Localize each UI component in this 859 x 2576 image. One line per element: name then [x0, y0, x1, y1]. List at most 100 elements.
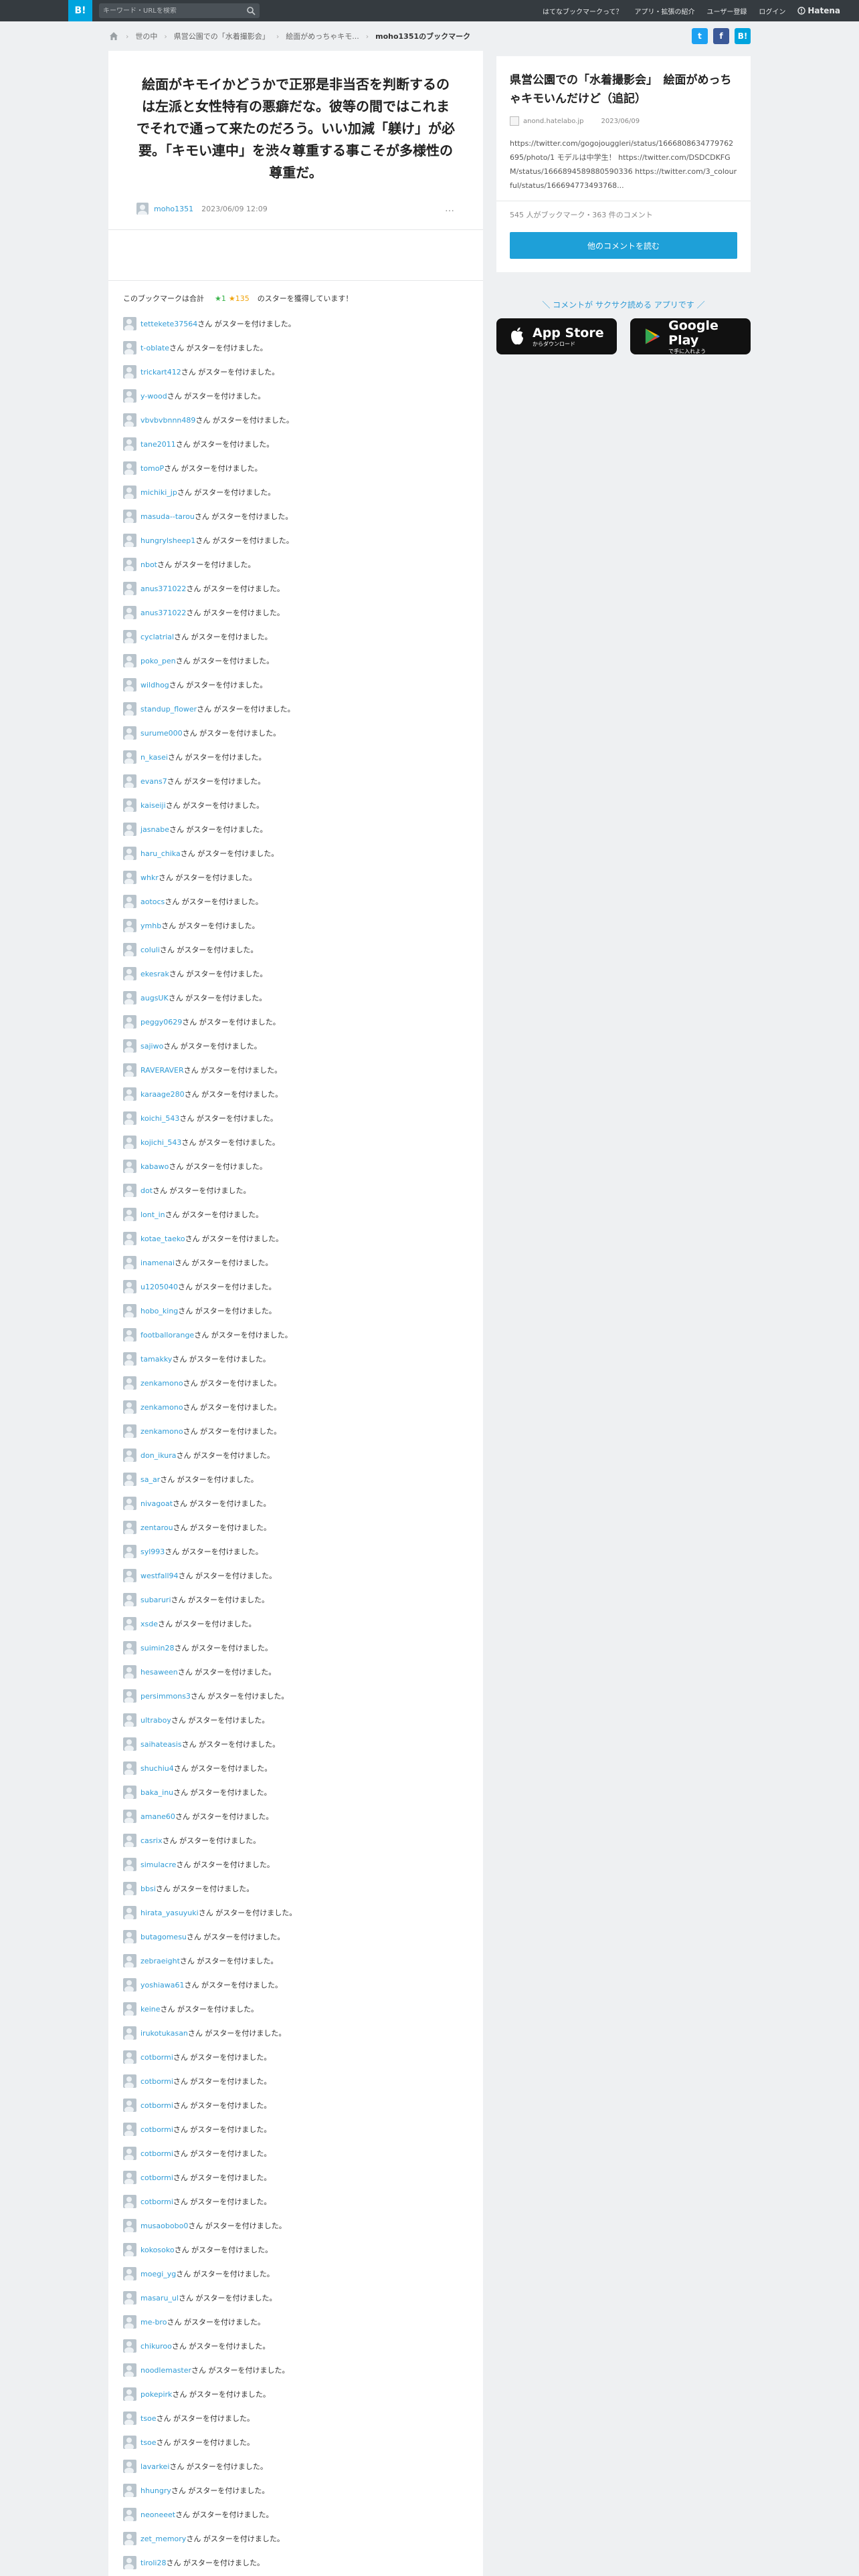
breadcrumb-comment[interactable]: 絵面がめっちゃキモ...: [286, 31, 359, 41]
avatar[interactable]: [123, 1136, 136, 1149]
star-user-name[interactable]: standup_flower: [140, 705, 197, 714]
star-user-name[interactable]: coluli: [140, 946, 160, 954]
star-user-name[interactable]: zenkamono: [140, 1379, 183, 1388]
star-user-name[interactable]: hhungry: [140, 2486, 171, 2495]
avatar[interactable]: [136, 203, 149, 215]
avatar[interactable]: [123, 1521, 136, 1534]
star-user-name[interactable]: poko_pen: [140, 657, 176, 665]
star-user-name[interactable]: tiroli28: [140, 2559, 167, 2567]
star-user-name[interactable]: cyclatrial: [140, 633, 174, 641]
star-user-name[interactable]: inamenai: [140, 1259, 175, 1267]
avatar[interactable]: [123, 389, 136, 403]
star-user-name[interactable]: keine: [140, 2005, 161, 2014]
avatar[interactable]: [123, 2436, 136, 2449]
star-user-name[interactable]: subaruri: [140, 1596, 171, 1604]
star-user-name[interactable]: noodlemaster: [140, 2366, 191, 2375]
avatar[interactable]: [123, 2099, 136, 2112]
avatar[interactable]: [123, 1376, 136, 1390]
avatar[interactable]: [123, 1497, 136, 1510]
star-user-name[interactable]: aotocs: [140, 897, 165, 906]
star-user-name[interactable]: syl993: [140, 1547, 165, 1556]
avatar[interactable]: [123, 1280, 136, 1293]
google-play-badge[interactable]: Google Play で手に入れよう: [630, 318, 751, 354]
star-user-name[interactable]: dot: [140, 1186, 153, 1195]
star-user-name[interactable]: michiki_jp: [140, 488, 177, 497]
avatar[interactable]: [123, 1737, 136, 1751]
avatar[interactable]: [123, 2195, 136, 2208]
nav-apps[interactable]: アプリ・拡張の紹介: [635, 6, 695, 16]
avatar[interactable]: [123, 582, 136, 595]
avatar[interactable]: [123, 1304, 136, 1317]
star-user-name[interactable]: koichi_543: [140, 1114, 179, 1123]
nav-login[interactable]: ログイン: [759, 6, 785, 16]
star-user-name[interactable]: sa_ar: [140, 1475, 160, 1484]
avatar[interactable]: [123, 1328, 136, 1341]
avatar[interactable]: [123, 365, 136, 379]
comment-date[interactable]: 2023/06/09 12:09: [201, 205, 268, 213]
hatebu-share-icon[interactable]: B!: [735, 28, 751, 44]
star-user-name[interactable]: yoshiawa61: [140, 1981, 184, 1990]
star-user-name[interactable]: lont_in: [140, 1210, 165, 1219]
star-user-name[interactable]: moegi_yg: [140, 2270, 176, 2278]
star-user-name[interactable]: chikuroo: [140, 2342, 172, 2351]
hatena-brand[interactable]: Hatena: [797, 6, 840, 15]
star-user-name[interactable]: zet_memory: [140, 2535, 186, 2543]
avatar[interactable]: [123, 1593, 136, 1606]
avatar[interactable]: [123, 895, 136, 908]
star-user-name[interactable]: cotbormi: [140, 2077, 173, 2086]
avatar[interactable]: [123, 341, 136, 354]
star-user-name[interactable]: lavarkei: [140, 2462, 169, 2471]
avatar[interactable]: [123, 2219, 136, 2232]
star-user-name[interactable]: augsUK: [140, 994, 169, 1002]
avatar[interactable]: [123, 1930, 136, 1943]
star-user-name[interactable]: tamakky: [140, 1355, 172, 1364]
avatar[interactable]: [123, 1400, 136, 1414]
star-user-name[interactable]: y-wood: [140, 392, 167, 401]
facebook-share-icon[interactable]: f: [713, 28, 729, 44]
star-user-name[interactable]: cotbormi: [140, 2101, 173, 2110]
avatar[interactable]: [123, 1473, 136, 1486]
avatar[interactable]: [123, 2050, 136, 2064]
twitter-share-icon[interactable]: t: [692, 28, 708, 44]
avatar[interactable]: [123, 558, 136, 571]
read-other-comments-button[interactable]: 他のコメントを読む: [510, 232, 737, 259]
star-user-name[interactable]: tsoe: [140, 2438, 157, 2447]
search-input[interactable]: [103, 7, 246, 15]
star-user-name[interactable]: kabawo: [140, 1162, 169, 1171]
avatar[interactable]: [123, 1713, 136, 1727]
avatar[interactable]: [123, 1015, 136, 1029]
star-user-name[interactable]: amane60: [140, 1812, 175, 1821]
avatar[interactable]: [123, 1087, 136, 1101]
avatar[interactable]: [123, 1906, 136, 1919]
star-user-name[interactable]: n_kasei: [140, 753, 168, 762]
avatar[interactable]: [123, 1882, 136, 1895]
avatar[interactable]: [123, 2123, 136, 2136]
avatar[interactable]: [123, 943, 136, 956]
star-user-name[interactable]: anus371022: [140, 609, 186, 617]
avatar[interactable]: [123, 2291, 136, 2304]
avatar[interactable]: [123, 1039, 136, 1053]
star-user-name[interactable]: trickart412: [140, 368, 181, 377]
star-user-name[interactable]: neoneeet: [140, 2510, 175, 2519]
avatar[interactable]: [123, 2026, 136, 2040]
star-user-name[interactable]: tane2011: [140, 440, 176, 449]
star-user-name[interactable]: cotbormi: [140, 2173, 173, 2182]
avatar[interactable]: [123, 1208, 136, 1221]
star-user-name[interactable]: tettekete37564: [140, 320, 197, 328]
avatar[interactable]: [123, 919, 136, 932]
star-user-name[interactable]: pokepirk: [140, 2390, 172, 2399]
avatar[interactable]: [123, 847, 136, 860]
star-user-name[interactable]: shuchiu4: [140, 1764, 174, 1773]
avatar[interactable]: [123, 461, 136, 475]
star-user-name[interactable]: suimin28: [140, 1644, 175, 1652]
avatar[interactable]: [123, 2508, 136, 2521]
star-user-name[interactable]: me-bro: [140, 2318, 167, 2327]
avatar[interactable]: [123, 2339, 136, 2353]
star-user-name[interactable]: jasnabe: [140, 825, 169, 834]
star-user-name[interactable]: u1205040: [140, 1283, 178, 1291]
avatar[interactable]: [123, 630, 136, 643]
star-user-name[interactable]: zenkamono: [140, 1427, 183, 1436]
entry-stats[interactable]: 545 人がブックマーク・363 件のコメント: [510, 209, 737, 220]
avatar[interactable]: [123, 702, 136, 716]
avatar[interactable]: [123, 726, 136, 740]
